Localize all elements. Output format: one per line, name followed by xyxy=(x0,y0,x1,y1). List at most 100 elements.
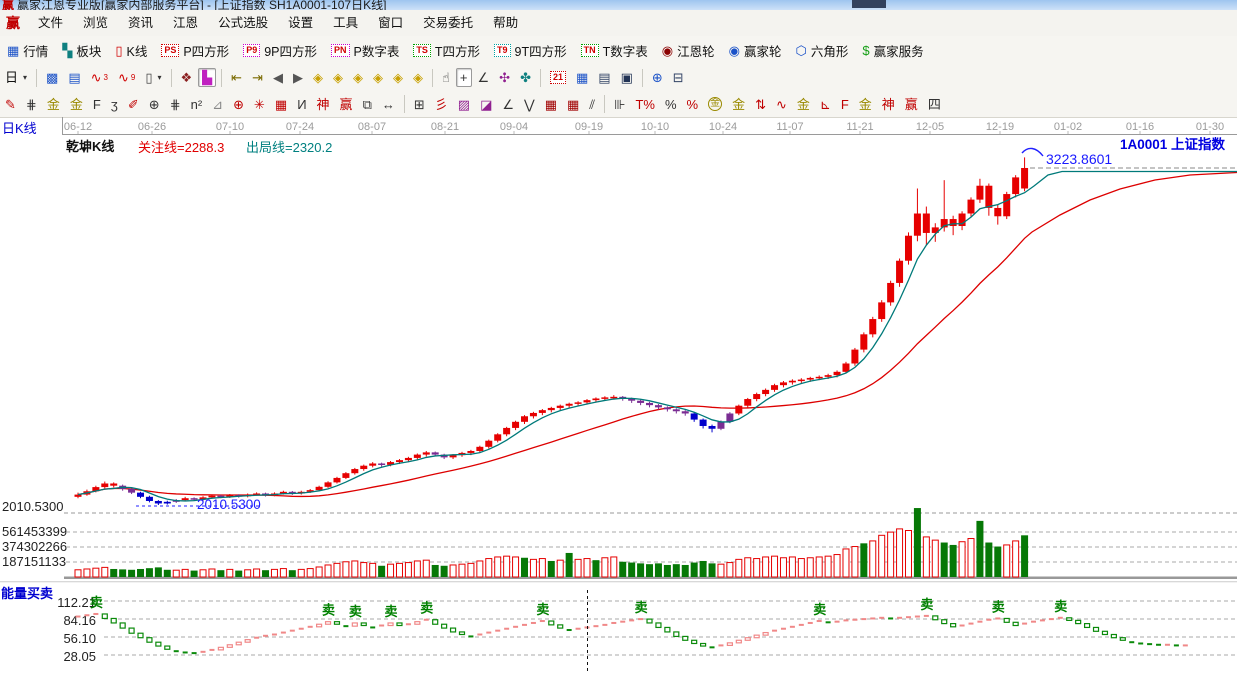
multi-window-icon[interactable]: ▩ xyxy=(42,68,62,87)
web-update-icon[interactable]: ⊕ xyxy=(648,68,667,87)
9t-square-button-icon: T9 xyxy=(494,44,511,57)
9t-square-button[interactable]: T99T四方形 xyxy=(488,38,573,63)
next-page-button[interactable]: ▶ xyxy=(289,68,307,87)
report-icon[interactable]: ▤ xyxy=(594,68,614,87)
gann-grid-tool-icon[interactable]: ✤ xyxy=(516,68,535,87)
gann-diamond-right-icon[interactable]: ◈ xyxy=(329,68,347,87)
wave-mark-icon[interactable]: И xyxy=(293,95,310,114)
gold-ruler-1-icon[interactable]: 金 xyxy=(43,95,64,114)
crosshair-tool-icon[interactable]: + xyxy=(456,68,472,87)
width-measure-icon[interactable]: ↔ xyxy=(378,95,399,114)
star-gauge-icon[interactable]: ✳ xyxy=(250,95,269,114)
menu-item-5[interactable]: 设置 xyxy=(278,11,323,36)
gann-diamond-left-icon[interactable]: ◈ xyxy=(309,68,327,87)
save-icon[interactable]: ▣ xyxy=(617,68,637,87)
circle-ruler-icon[interactable]: ⊕ xyxy=(145,95,164,114)
gold-ruler-2-icon[interactable]: 金 xyxy=(66,95,87,114)
kline-chart-canvas[interactable]: 06-1206-2607-1007-2408-0708-2109-0409-19… xyxy=(0,117,1237,674)
winner-service-button[interactable]: $赢家服务 xyxy=(856,38,929,63)
menu-item-9[interactable]: 帮助 xyxy=(483,11,528,36)
calendar-icon[interactable]: 21 xyxy=(546,68,570,87)
angle-fan-icon[interactable]: ∠ xyxy=(498,95,518,114)
percent-icon[interactable]: % xyxy=(661,95,681,114)
calculator-icon[interactable]: ▦ xyxy=(572,68,592,87)
first-page-button[interactable]: ⇤ xyxy=(227,68,246,87)
mirror-angle-icon[interactable]: ⊿ xyxy=(208,95,227,114)
toolbar-separator xyxy=(642,69,643,87)
hand-tool-icon[interactable]: ☝ xyxy=(438,68,454,87)
si-slash-icon[interactable]: 四 xyxy=(924,95,945,114)
gold-circle-icon[interactable]: 金 xyxy=(704,94,726,114)
remote-data-icon[interactable]: ⊟ xyxy=(669,68,688,87)
fibonacci-ruler-icon[interactable]: F xyxy=(89,95,105,114)
gold-slash-icon[interactable]: 金 xyxy=(855,95,876,114)
info-list-icon[interactable]: ▤ xyxy=(64,68,84,87)
parallel-lines-icon[interactable]: ⫽ xyxy=(585,95,599,114)
gann-diamond-v-icon[interactable]: ◈ xyxy=(389,68,407,87)
grid-a-icon[interactable]: ▦ xyxy=(541,95,561,114)
percent-levels-icon[interactable]: % xyxy=(683,95,703,114)
menu-item-8[interactable]: 交易委托 xyxy=(413,11,483,36)
menu-item-0[interactable]: 文件 xyxy=(28,11,73,36)
time-ruler-icon[interactable]: ⋕ xyxy=(166,95,185,114)
t-square-button[interactable]: TST四方形 xyxy=(407,38,486,63)
last-page-button[interactable]: ⇥ xyxy=(248,68,267,87)
winner-wheel-button[interactable]: ◉赢家轮 xyxy=(723,38,788,63)
menu-item-7[interactable]: 窗口 xyxy=(368,11,413,36)
quotes-button[interactable]: ▦行情 xyxy=(1,38,54,63)
gold-levels-icon[interactable]: 金 xyxy=(728,95,749,114)
t-percent-icon[interactable]: T% xyxy=(631,95,659,114)
compass-icon[interactable]: ⊕ xyxy=(229,95,248,114)
p-square-button[interactable]: PSP四方形 xyxy=(155,38,235,63)
prev-page-button[interactable]: ◀ xyxy=(269,68,287,87)
wave-9-icon[interactable]: ∿9 xyxy=(114,68,139,87)
box-tool-icon[interactable]: ⊞ xyxy=(410,95,429,114)
candle-style-dropdown[interactable]: ▯▾ xyxy=(141,68,165,87)
menu-item-2[interactable]: 资讯 xyxy=(118,11,163,36)
swing-tool-icon[interactable]: ⇅ xyxy=(751,95,770,114)
pen-tool-icon[interactable]: ✎ xyxy=(1,95,20,114)
kline-button-icon: ▯ xyxy=(115,44,122,57)
shen-tool-icon[interactable]: 神 xyxy=(313,95,334,114)
kline-button[interactable]: ▯K线 xyxy=(109,38,153,63)
shen-slash-icon[interactable]: 神 xyxy=(878,95,899,114)
f-slash-icon[interactable]: F xyxy=(837,95,853,114)
gann-ruler-icon[interactable]: ⋕ xyxy=(22,95,41,114)
p-number-table-button[interactable]: PNP数字表 xyxy=(325,38,405,63)
fan-box-icon[interactable]: ▨ xyxy=(454,95,474,114)
count-ruler-icon[interactable]: ⊪ xyxy=(610,95,629,114)
check-lines-icon[interactable]: ⋁ xyxy=(520,95,539,114)
trendline-tool-icon[interactable]: ∠ xyxy=(474,68,494,87)
brush-tool-icon[interactable]: ✐ xyxy=(124,95,143,114)
band-tool-icon[interactable]: ∿ xyxy=(772,95,791,114)
gann-diamond-all-icon[interactable]: ◈ xyxy=(409,68,427,87)
fan-shade-icon[interactable]: ◪ xyxy=(476,95,496,114)
p-square-button-icon: PS xyxy=(161,44,179,57)
sectors-button[interactable]: ▚板块 xyxy=(56,38,107,63)
t-number-table-button[interactable]: TNT数字表 xyxy=(575,38,654,63)
chip-tool-icon[interactable]: ❖ xyxy=(177,68,197,87)
gann-diamond-x-icon[interactable]: ◈ xyxy=(369,68,387,87)
menu-item-4[interactable]: 公式选股 xyxy=(208,11,278,36)
menu-item-3[interactable]: 江恩 xyxy=(163,11,208,36)
gold-angle-icon[interactable]: 金 xyxy=(793,95,814,114)
menu-item-6[interactable]: 工具 xyxy=(323,11,368,36)
9p-square-button[interactable]: P99P四方形 xyxy=(237,38,323,63)
ruler-123-icon[interactable]: ⧉ xyxy=(359,95,376,114)
ying-tool-icon[interactable]: 赢 xyxy=(336,95,357,114)
gann-diamond-h-icon[interactable]: ◈ xyxy=(349,68,367,87)
spiral-tool-icon[interactable]: ʒ xyxy=(107,95,122,114)
ying-slash-icon[interactable]: 赢 xyxy=(901,95,922,114)
grid-gauge-icon[interactable]: ▦ xyxy=(271,95,291,114)
hexagon-button[interactable]: ⬡六角形 xyxy=(789,38,854,63)
fan-lines-icon[interactable]: 彡 xyxy=(431,95,452,114)
grid-b-icon[interactable]: ▦ xyxy=(563,95,583,114)
l-angle-icon[interactable]: ⊾ xyxy=(816,95,835,114)
n-square-icon[interactable]: n² xyxy=(187,95,207,114)
gann-wheel-button[interactable]: ◉江恩轮 xyxy=(656,38,721,63)
menu-item-1[interactable]: 浏览 xyxy=(73,11,118,36)
wave-3-icon[interactable]: ∿3 xyxy=(87,68,112,87)
chip-distribution-icon[interactable]: ▙ xyxy=(198,68,216,87)
period-daily-dropdown[interactable]: 日▾ xyxy=(1,68,31,87)
gann-shape-tool-icon[interactable]: ✣ xyxy=(495,68,514,87)
